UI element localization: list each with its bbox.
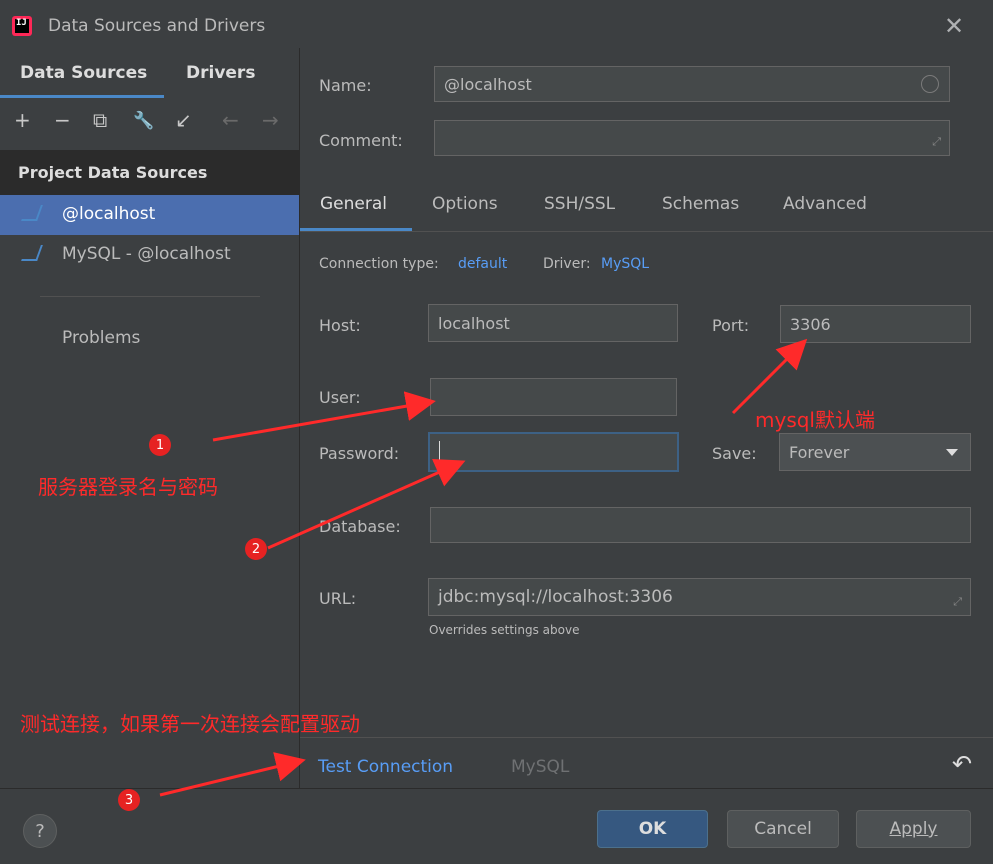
arrow-port [731,338,808,415]
arrow-test [159,752,306,797]
app-icon-text: IJ [16,18,27,28]
annotation-test-connection: 测试连接，如果第一次连接会配置驱动 [20,712,360,736]
arrow-user [212,391,436,442]
annotation-mysql-port: mysql默认端 [755,408,875,432]
arrow-password [267,458,466,550]
annotation-badge-2: 2 [245,538,267,560]
annotation-login: 服务器登录名与密码 [38,475,218,499]
annotation-badge-1: 1 [149,434,171,456]
annotation-badge-3: 3 [118,789,140,811]
